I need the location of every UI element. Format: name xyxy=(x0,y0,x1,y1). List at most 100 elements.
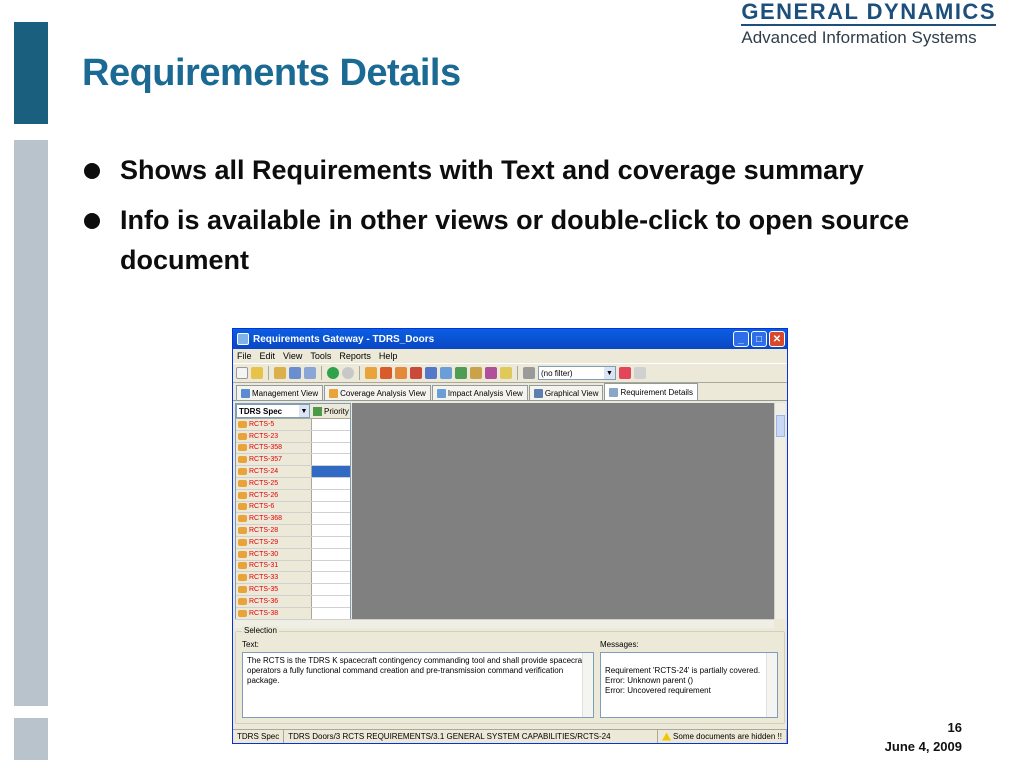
table-row[interactable]: RCTS-25 xyxy=(236,477,350,490)
req-id-cell[interactable]: RCTS-31 xyxy=(236,560,312,572)
req-query-icon[interactable] xyxy=(395,367,407,379)
req-id-cell[interactable]: RCTS-33 xyxy=(236,572,312,584)
priority-cell[interactable] xyxy=(312,607,350,619)
vertical-scrollbar[interactable] xyxy=(774,403,785,619)
table-row[interactable]: RCTS-33 xyxy=(236,572,350,585)
req-remove-icon[interactable] xyxy=(410,367,422,379)
priority-cell[interactable] xyxy=(312,572,350,584)
menu-edit[interactable]: Edit xyxy=(260,351,276,361)
priority-column-header[interactable]: Priority xyxy=(310,406,349,416)
req-id-cell[interactable]: RCTS-24 xyxy=(236,466,312,477)
filter-select[interactable]: (no filter) ▼ xyxy=(538,366,616,380)
priority-cell[interactable] xyxy=(312,419,350,430)
table-row[interactable]: RCTS-31 xyxy=(236,560,350,573)
req-id-cell[interactable]: RCTS-26 xyxy=(236,489,312,501)
table-row[interactable]: RCTS-26 xyxy=(236,489,350,502)
priority-cell[interactable] xyxy=(312,513,350,525)
tab-coverage-analysis-view[interactable]: Coverage Analysis View xyxy=(324,385,431,400)
req-id-cell[interactable]: RCTS-6 xyxy=(236,501,312,513)
req-id-cell[interactable]: RCTS-29 xyxy=(236,536,312,548)
req-id-cell[interactable]: RCTS-368 xyxy=(236,513,312,525)
project-icon[interactable] xyxy=(274,367,286,379)
back-icon[interactable] xyxy=(342,367,354,379)
table-row[interactable]: RCTS-29 xyxy=(236,536,350,549)
tab-graphical-view[interactable]: Graphical View xyxy=(528,385,604,400)
table-row[interactable]: RCTS-358 xyxy=(236,442,350,455)
messages-box[interactable]: Requirement 'RCTS-24' is partially cover… xyxy=(600,652,778,718)
settings-icon[interactable] xyxy=(523,367,535,379)
text-scrollbar[interactable] xyxy=(582,653,593,717)
priority-cell[interactable] xyxy=(312,536,350,548)
menu-reports[interactable]: Reports xyxy=(339,351,371,361)
horizontal-scrollbar[interactable] xyxy=(235,619,774,628)
req-export-icon[interactable] xyxy=(440,367,452,379)
maximize-icon[interactable]: □ xyxy=(751,331,767,347)
table-icon xyxy=(609,387,619,397)
report-icon[interactable] xyxy=(455,367,467,379)
table-row[interactable]: RCTS-28 xyxy=(236,525,350,537)
chevron-down-icon[interactable]: ▼ xyxy=(604,367,615,379)
req-id-cell[interactable]: RCTS-36 xyxy=(236,595,312,607)
req-id-cell[interactable]: RCTS-357 xyxy=(236,454,312,466)
spec-select[interactable]: TDRS Spec ▼ xyxy=(236,404,310,418)
chart-icon[interactable] xyxy=(470,367,482,379)
priority-cell[interactable] xyxy=(312,501,350,513)
req-id-cell[interactable]: RCTS-35 xyxy=(236,584,312,595)
req-id-cell[interactable]: RCTS-23 xyxy=(236,430,312,442)
req-id-cell[interactable]: RCTS-5 xyxy=(236,419,312,430)
req-add-icon[interactable] xyxy=(380,367,392,379)
table-row[interactable]: RCTS-357 xyxy=(236,454,350,467)
menu-tools[interactable]: Tools xyxy=(310,351,331,361)
table-row[interactable]: RCTS-23 xyxy=(236,430,350,443)
filter-icon[interactable] xyxy=(500,367,512,379)
minimize-icon[interactable]: _ xyxy=(733,331,749,347)
chevron-down-icon[interactable]: ▼ xyxy=(299,405,309,417)
req-id-cell[interactable]: RCTS-28 xyxy=(236,525,312,536)
edit-icon[interactable] xyxy=(304,367,316,379)
priority-cell[interactable] xyxy=(312,489,350,501)
table-row[interactable]: RCTS-5 xyxy=(236,419,350,431)
priority-cell[interactable] xyxy=(312,430,350,442)
priority-cell[interactable] xyxy=(312,595,350,607)
priority-cell[interactable] xyxy=(312,560,350,572)
table-row[interactable]: RCTS-35 xyxy=(236,584,350,596)
req-id-text: RCTS-29 xyxy=(249,538,279,546)
req-import-icon[interactable] xyxy=(425,367,437,379)
pdf-icon[interactable] xyxy=(485,367,497,379)
table-row[interactable]: RCTS-30 xyxy=(236,548,350,561)
search-icon[interactable] xyxy=(289,367,301,379)
priority-cell[interactable] xyxy=(312,548,350,560)
scroll-thumb[interactable] xyxy=(776,415,785,437)
requirement-text-box[interactable]: The RCTS is the TDRS K spacecraft contin… xyxy=(242,652,594,718)
priority-cell[interactable] xyxy=(312,454,350,466)
req-id-cell[interactable]: RCTS-38 xyxy=(236,607,312,619)
priority-cell[interactable] xyxy=(312,477,350,489)
menu-help[interactable]: Help xyxy=(379,351,398,361)
table-row[interactable]: RCTS-38 xyxy=(236,607,350,620)
table-row[interactable]: RCTS-368 xyxy=(236,513,350,526)
table-row[interactable]: RCTS-36 xyxy=(236,595,350,608)
new-doc-icon[interactable] xyxy=(236,367,248,379)
req-id-cell[interactable]: RCTS-25 xyxy=(236,477,312,489)
tab-requirement-details[interactable]: Requirement Details xyxy=(604,383,698,400)
req-link-icon[interactable] xyxy=(365,367,377,379)
req-id-cell[interactable]: RCTS-358 xyxy=(236,442,312,454)
menu-file[interactable]: File xyxy=(237,351,252,361)
priority-cell[interactable] xyxy=(312,584,350,595)
priority-cell[interactable] xyxy=(312,466,350,477)
req-id-cell[interactable]: RCTS-30 xyxy=(236,548,312,560)
window-titlebar[interactable]: Requirements Gateway - TDRS_Doors _ □ ✕ xyxy=(233,329,787,349)
slide-title: Requirements Details xyxy=(82,52,461,94)
tab-impact-analysis-view[interactable]: Impact Analysis View xyxy=(431,385,528,400)
refresh-icon[interactable] xyxy=(327,367,339,379)
menu-view[interactable]: View xyxy=(283,351,302,361)
bookmark-icon[interactable] xyxy=(619,367,631,379)
open-folder-icon[interactable] xyxy=(251,367,263,379)
table-row[interactable]: RCTS-6 xyxy=(236,501,350,514)
tab-management-view[interactable]: Management View xyxy=(236,385,324,400)
messages-scrollbar[interactable] xyxy=(766,653,777,717)
close-icon[interactable]: ✕ xyxy=(769,331,785,347)
table-row-selected[interactable]: RCTS-24 xyxy=(236,466,350,478)
priority-cell[interactable] xyxy=(312,442,350,454)
priority-cell[interactable] xyxy=(312,525,350,536)
